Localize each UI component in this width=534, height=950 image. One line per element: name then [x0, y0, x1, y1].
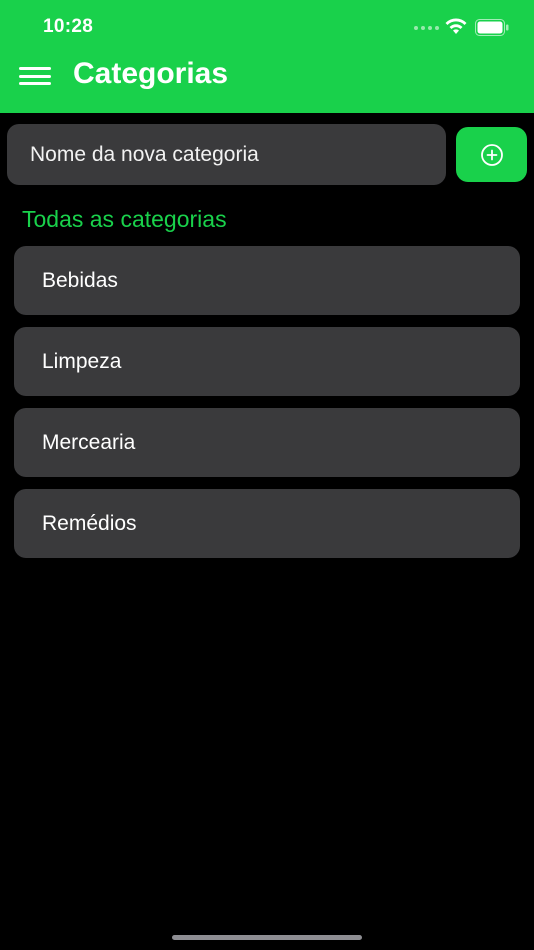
- page-title: Categorias: [73, 57, 229, 90]
- section-title: Todas as categorias: [22, 206, 227, 232]
- wifi-icon: [445, 18, 467, 34]
- add-category-button[interactable]: [456, 127, 527, 182]
- category-item-remedios[interactable]: Remédios: [14, 489, 520, 558]
- signal-icon: [414, 26, 439, 30]
- category-label: Limpeza: [42, 349, 122, 373]
- category-item-bebidas[interactable]: Bebidas: [14, 246, 520, 315]
- app-header: 10:28 Categorias: [0, 0, 534, 113]
- category-list: Bebidas Limpeza Mercearia Remédios: [14, 246, 520, 570]
- category-label: Bebidas: [42, 268, 118, 292]
- new-category-field[interactable]: [7, 124, 446, 185]
- hamburger-menu-icon[interactable]: [19, 64, 51, 88]
- new-category-input[interactable]: [7, 124, 446, 185]
- plus-circle-icon: [480, 143, 503, 166]
- category-item-limpeza[interactable]: Limpeza: [14, 327, 520, 396]
- category-label: Remédios: [42, 511, 137, 535]
- category-item-mercearia[interactable]: Mercearia: [14, 408, 520, 477]
- category-label: Mercearia: [42, 430, 136, 454]
- battery-icon: [475, 19, 509, 36]
- home-indicator[interactable]: [172, 935, 362, 940]
- status-time: 10:28: [43, 16, 94, 37]
